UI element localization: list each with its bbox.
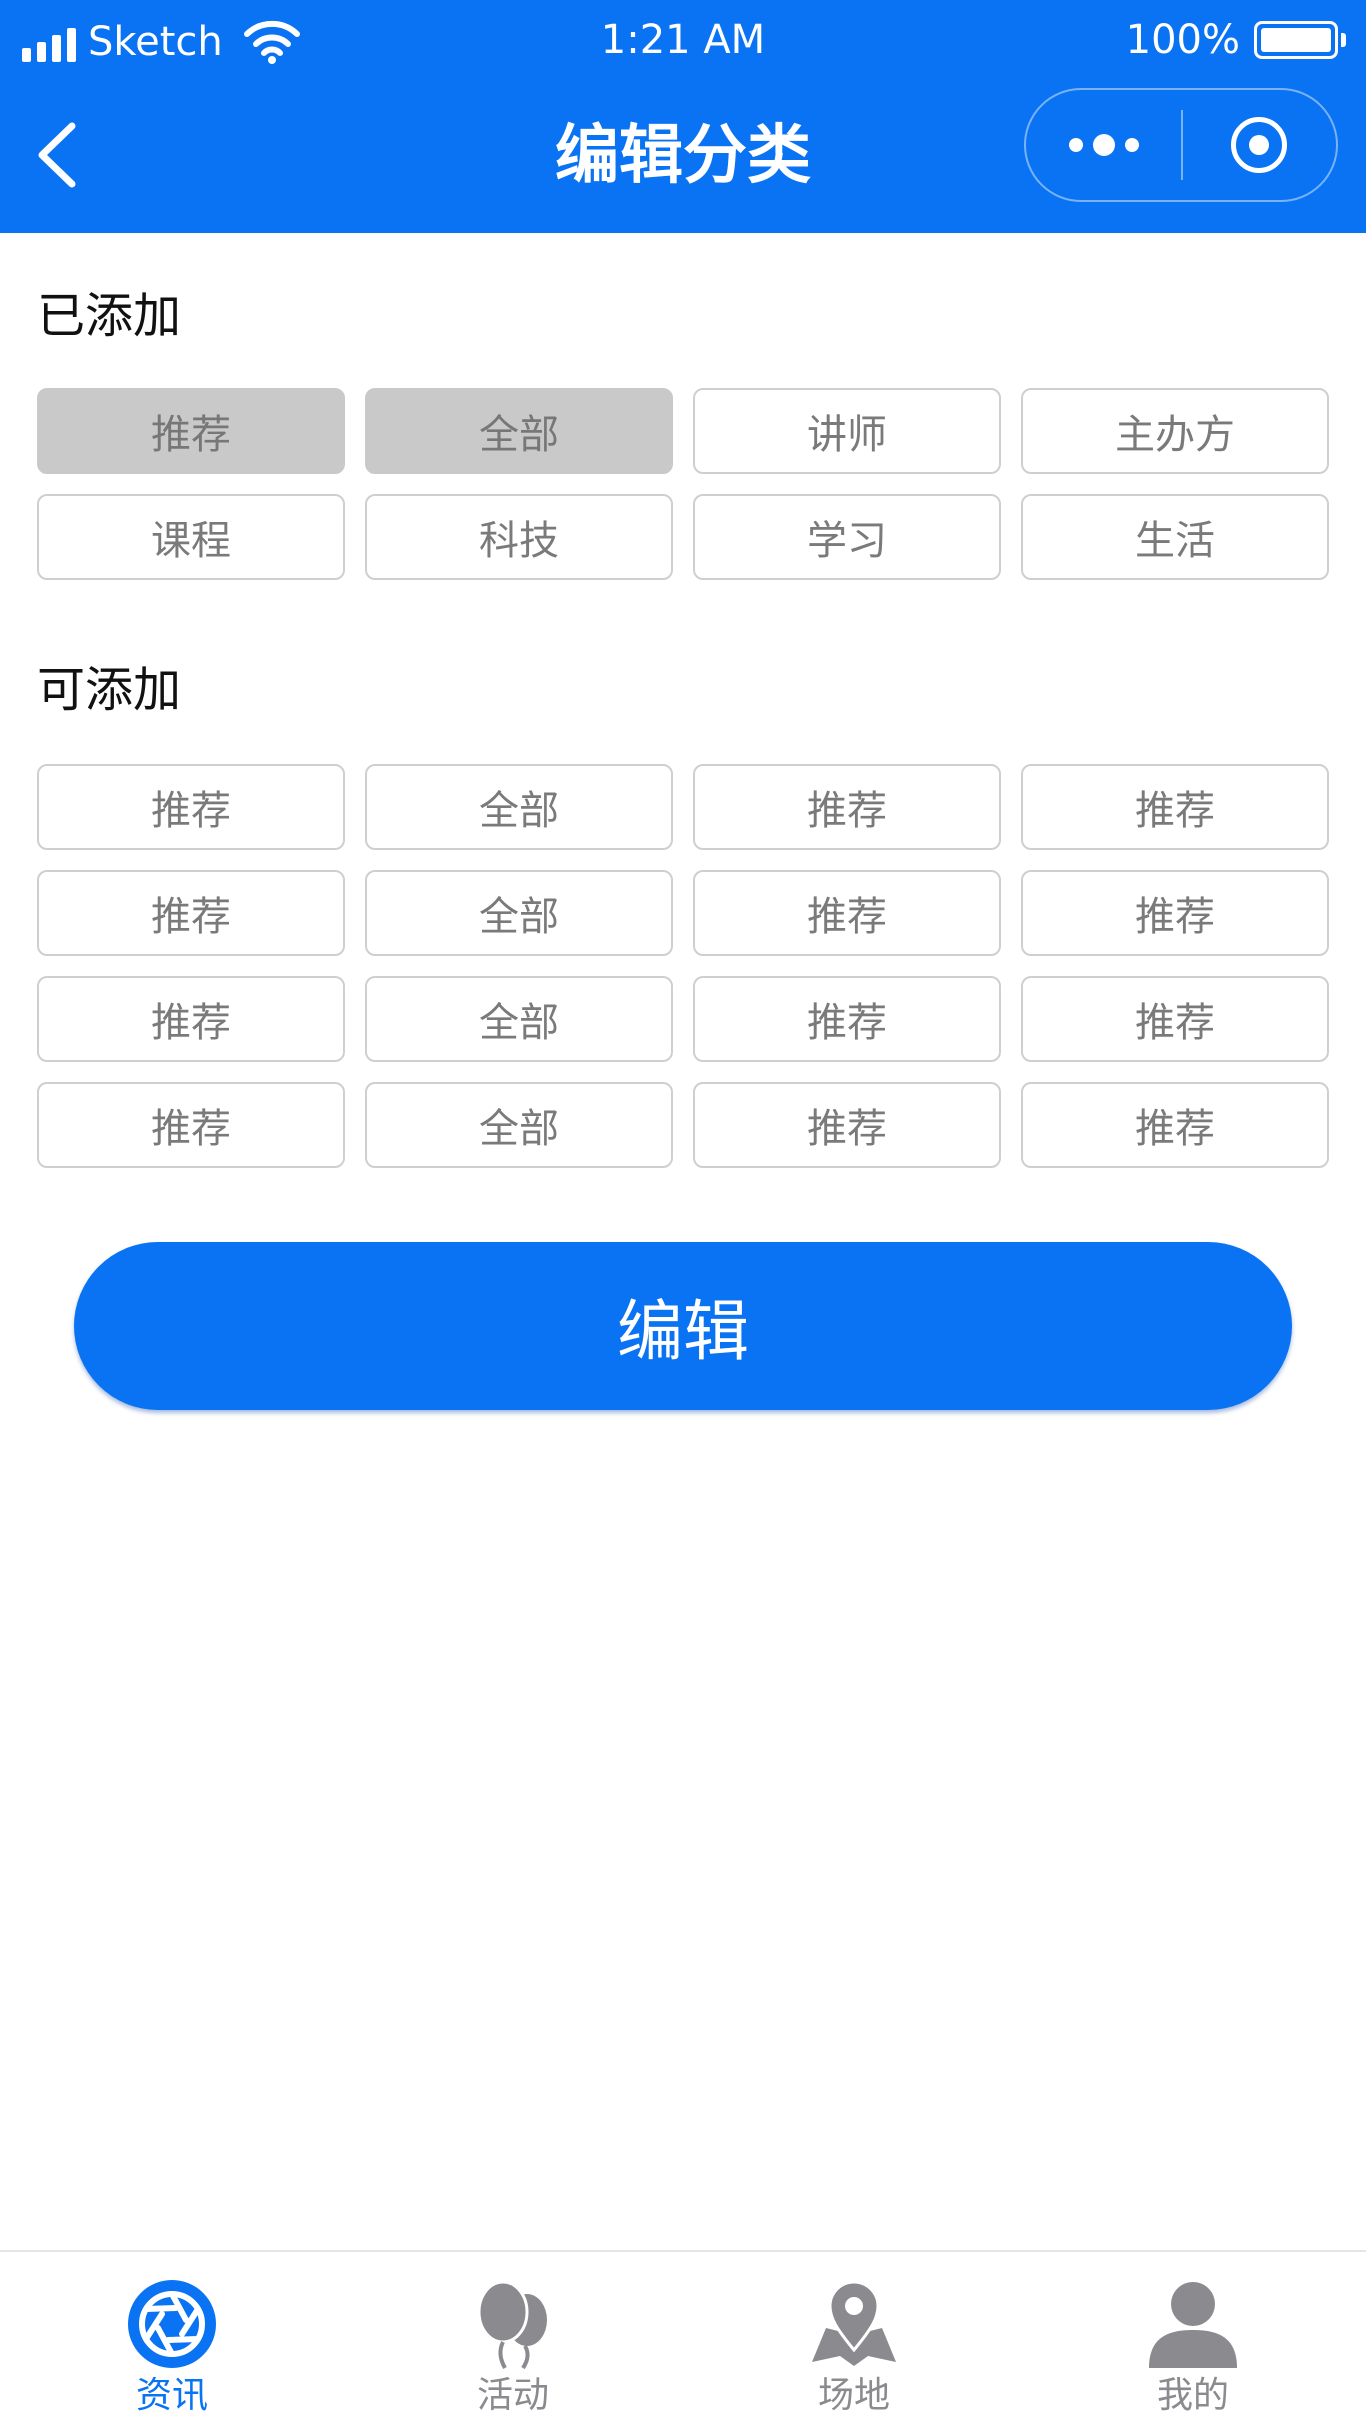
available-category-chip[interactable]: 推荐 bbox=[37, 1082, 345, 1168]
battery-cap bbox=[1341, 33, 1346, 47]
available-category-chip[interactable]: 推荐 bbox=[1021, 870, 1329, 956]
available-category-chip[interactable]: 推荐 bbox=[37, 976, 345, 1062]
app-header: Sketch 1:21 AM 100% 编辑分类 bbox=[0, 0, 1366, 233]
added-category-chip[interactable]: 课程 bbox=[37, 494, 345, 580]
close-miniprogram-button[interactable] bbox=[1183, 90, 1336, 200]
available-category-chip[interactable]: 全部 bbox=[365, 764, 673, 850]
aperture-icon bbox=[128, 2280, 216, 2368]
available-section-title: 可添加 bbox=[37, 662, 182, 718]
mini-program-capsule bbox=[1024, 88, 1338, 202]
added-category-chip[interactable]: 推荐 bbox=[37, 388, 345, 474]
available-category-chip[interactable]: 推荐 bbox=[1021, 764, 1329, 850]
balloons-icon bbox=[477, 2280, 547, 2370]
available-category-chip[interactable]: 推荐 bbox=[37, 870, 345, 956]
available-category-chip[interactable]: 全部 bbox=[365, 976, 673, 1062]
target-icon bbox=[1231, 117, 1288, 173]
navigation-bar: 编辑分类 bbox=[0, 80, 1366, 233]
available-category-chip[interactable]: 全部 bbox=[365, 870, 673, 956]
available-category-chip[interactable]: 推荐 bbox=[37, 764, 345, 850]
available-category-chip[interactable]: 全部 bbox=[365, 1082, 673, 1168]
map-pin-icon bbox=[812, 2280, 896, 2366]
available-category-chip[interactable]: 推荐 bbox=[693, 764, 1001, 850]
tab-bar: 资讯 活动 场地 我的 bbox=[0, 2250, 1366, 2430]
tab-news[interactable]: 资讯 bbox=[72, 2252, 272, 2430]
available-category-chip[interactable]: 推荐 bbox=[693, 870, 1001, 956]
added-category-chip[interactable]: 主办方 bbox=[1021, 388, 1329, 474]
available-category-chip[interactable]: 推荐 bbox=[1021, 1082, 1329, 1168]
battery-percent: 100% bbox=[1125, 17, 1240, 63]
available-category-grid: 推荐 全部 推荐 推荐 推荐 全部 推荐 推荐 推荐 全部 推荐 推荐 推荐 全部 推荐 推荐 bbox=[37, 764, 1330, 1168]
more-button[interactable] bbox=[1026, 90, 1181, 200]
added-category-chip[interactable]: 学习 bbox=[693, 494, 1001, 580]
available-category-chip[interactable]: 推荐 bbox=[693, 1082, 1001, 1168]
more-dots-icon bbox=[1068, 138, 1083, 152]
added-category-chip[interactable]: 全部 bbox=[365, 388, 673, 474]
tab-mine[interactable]: 我的 bbox=[1093, 2252, 1293, 2430]
added-category-grid: 推荐 全部 讲师 主办方课程 科技 学习 生活 bbox=[37, 388, 1330, 580]
edit-button[interactable]: 编辑 bbox=[74, 1242, 1292, 1410]
tab-label: 活动 bbox=[476, 2375, 549, 2416]
added-section-title: 已添加 bbox=[37, 288, 182, 344]
available-category-chip[interactable]: 推荐 bbox=[1021, 976, 1329, 1062]
status-right: 100% bbox=[1126, 10, 1346, 70]
tab-venues[interactable]: 场地 bbox=[754, 2252, 954, 2430]
status-bar: Sketch 1:21 AM 100% bbox=[0, 0, 1366, 80]
added-category-chip[interactable]: 讲师 bbox=[693, 388, 1001, 474]
tab-label: 场地 bbox=[817, 2375, 890, 2416]
user-icon bbox=[1149, 2282, 1237, 2368]
tab-label: 我的 bbox=[1156, 2375, 1229, 2416]
available-category-chip[interactable]: 推荐 bbox=[693, 976, 1001, 1062]
tab-activities[interactable]: 活动 bbox=[413, 2252, 613, 2430]
added-category-chip[interactable]: 科技 bbox=[365, 494, 673, 580]
battery-icon bbox=[1254, 21, 1338, 59]
tab-label: 资讯 bbox=[135, 2375, 208, 2416]
added-category-chip[interactable]: 生活 bbox=[1021, 494, 1329, 580]
